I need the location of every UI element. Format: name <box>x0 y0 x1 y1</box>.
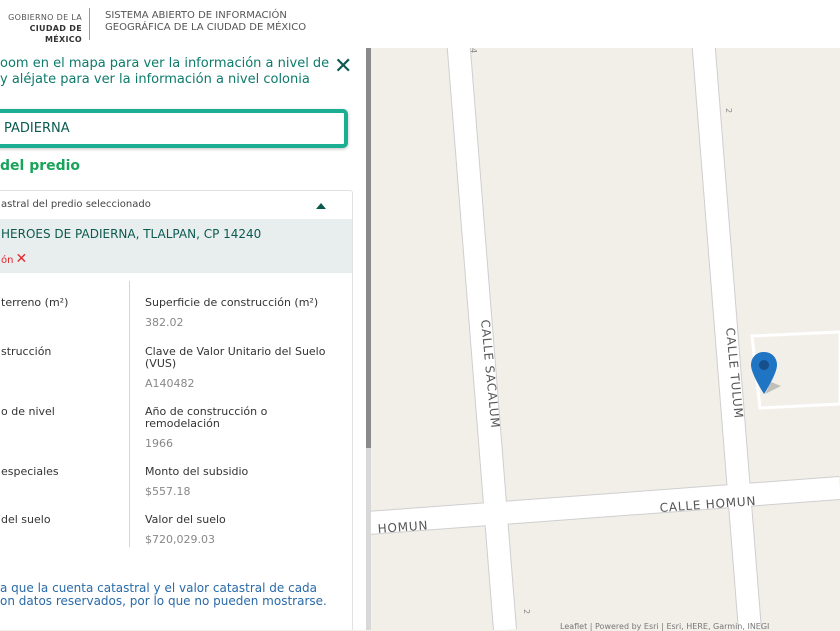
chevron-up-icon[interactable] <box>316 203 326 209</box>
property-address: HEROES DE PADIERNA, TLALPAN, CP 14240 <box>1 227 262 241</box>
zoom-hint: oom en el mapa para ver la información a… <box>0 56 330 88</box>
field-label: o de nivel <box>1 405 55 418</box>
header-divider <box>89 8 90 40</box>
logo-line2: CIUDAD DE MÉXICO <box>29 24 82 44</box>
privacy-note-line2: on datos reservados, por lo que no puede… <box>0 594 327 608</box>
field-label: terreno (m²) <box>1 296 69 309</box>
field-label: Clave de Valor Unitario del Suelo (VUS) <box>145 345 326 370</box>
search-value: PADIERNA <box>4 121 70 136</box>
column-divider <box>129 281 130 547</box>
privacy-note: a que la cuenta catastral y el valor cat… <box>0 582 350 608</box>
field-label: del suelo <box>1 513 51 526</box>
house-number: 2 <box>724 108 733 113</box>
zoom-hint-line1: oom en el mapa para ver la información a… <box>0 56 330 71</box>
cadastral-card: astral del predio seleccionado HEROES DE… <box>0 190 353 630</box>
field-value: A140482 <box>145 377 195 390</box>
close-icon[interactable]: ✕ <box>334 56 356 78</box>
field-left-1: strucción <box>1 346 51 358</box>
search-input[interactable]: PADIERNA <box>0 109 348 148</box>
field-value: $720,029.03 <box>145 533 215 546</box>
section-title: del predio <box>0 158 81 174</box>
field-label: Monto del subsidio <box>145 465 249 478</box>
app-header: GOBIERNO DE LA CIUDAD DE MÉXICO SISTEMA … <box>0 0 840 48</box>
card-header-text: astral del predio seleccionado <box>1 199 151 210</box>
field-right-1: Clave de Valor Unitario del Suelo (VUS) … <box>145 346 340 390</box>
panel-scrollbar[interactable] <box>366 48 371 630</box>
field-right-3: Monto del subsidio $557.18 <box>145 466 340 498</box>
field-label: Valor del suelo <box>145 513 226 526</box>
government-logo: GOBIERNO DE LA CIUDAD DE MÉXICO <box>0 12 82 45</box>
field-value: 1966 <box>145 437 173 450</box>
field-left-4: del suelo <box>1 514 51 526</box>
field-right-4: Valor del suelo $720,029.03 <box>145 514 340 546</box>
info-panel: oom en el mapa para ver la información a… <box>0 48 366 630</box>
field-left-2: o de nivel <box>1 406 55 418</box>
address-box: HEROES DE PADIERNA, TLALPAN, CP 14240 ón… <box>0 219 352 273</box>
field-right-0: Superficie de construcción (m²) 382.02 <box>145 297 340 329</box>
field-label: strucción <box>1 345 52 358</box>
field-left-0: terreno (m²) <box>1 297 68 309</box>
field-label: Año de construcción o remodelación <box>145 405 268 430</box>
location-link[interactable]: ón ✕ <box>1 251 27 267</box>
zoom-hint-line2: y aléjate para ver la información a nive… <box>0 72 310 87</box>
logo-line1: GOBIERNO DE LA <box>8 13 82 22</box>
house-number: 4 <box>469 48 478 53</box>
card-header[interactable]: astral del predio seleccionado <box>0 191 342 217</box>
field-left-3: especiales <box>1 466 59 478</box>
house-number: 2 <box>522 609 531 614</box>
system-line1: SISTEMA ABIERTO DE INFORMACIÓN <box>105 10 287 21</box>
system-line2: GEOGRÁFICA DE LA CIUDAD DE MÉXICO <box>105 22 307 33</box>
x-icon[interactable]: ✕ <box>15 251 27 267</box>
field-label: Superficie de construcción (m²) <box>145 296 319 309</box>
field-value: $557.18 <box>145 485 191 498</box>
field-label: especiales <box>1 465 59 478</box>
field-right-2: Año de construcción o remodelación 1966 <box>145 406 315 450</box>
system-name: SISTEMA ABIERTO DE INFORMACIÓN GEOGRÁFIC… <box>105 10 306 34</box>
field-value: 382.02 <box>145 316 184 329</box>
location-link-text: ón <box>1 255 14 266</box>
scrollbar-thumb[interactable] <box>366 48 371 448</box>
